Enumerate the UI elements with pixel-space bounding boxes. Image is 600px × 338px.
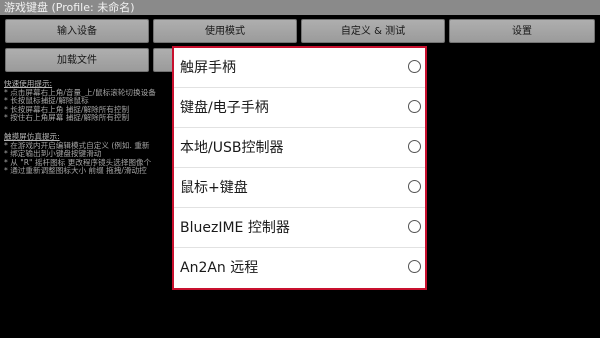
radio-button[interactable]	[408, 220, 421, 233]
option-keyboard-gamepad[interactable]: 键盘/电子手柄	[174, 88, 425, 128]
option-label: 键盘/电子手柄	[180, 100, 269, 116]
radio-button[interactable]	[408, 100, 421, 113]
option-label: 本地/USB控制器	[180, 140, 284, 156]
option-label: 鼠标+键盘	[180, 180, 248, 196]
option-label: BluezIME 控制器	[180, 220, 290, 236]
radio-button[interactable]	[408, 60, 421, 73]
radio-button[interactable]	[408, 180, 421, 193]
option-local-usb-controller[interactable]: 本地/USB控制器	[174, 128, 425, 168]
option-mouse-keyboard[interactable]: 鼠标+键盘	[174, 168, 425, 208]
option-touch-gamepad[interactable]: 触屏手柄	[174, 48, 425, 88]
option-an2an-remote[interactable]: An2An 远程	[174, 248, 425, 288]
option-label: An2An 远程	[180, 260, 259, 276]
option-bluezime-controller[interactable]: BluezIME 控制器	[174, 208, 425, 248]
radio-button[interactable]	[408, 260, 421, 273]
option-label: 触屏手柄	[180, 60, 236, 76]
radio-button[interactable]	[408, 140, 421, 153]
window-title: 游戏键盘 (Profile: 未命名)	[0, 0, 600, 15]
input-device-dialog: 触屏手柄 键盘/电子手柄 本地/USB控制器 鼠标+键盘 BluezIME 控制…	[172, 46, 427, 290]
